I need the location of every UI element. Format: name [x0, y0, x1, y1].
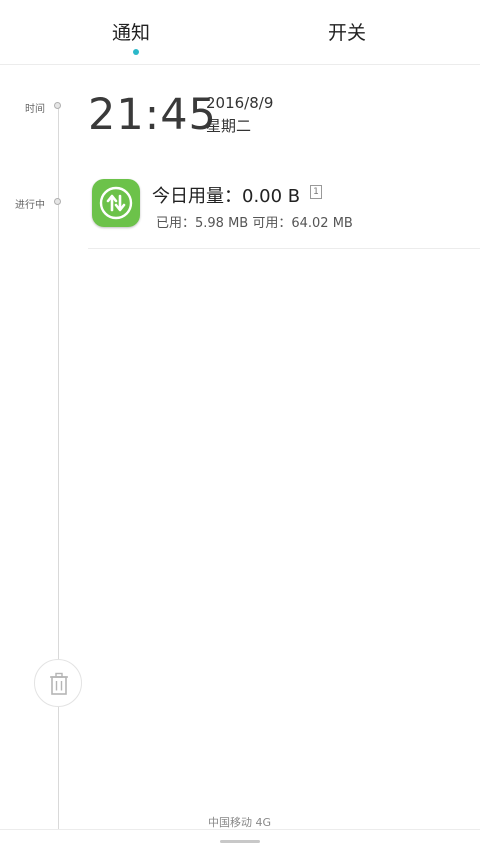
trash-icon	[50, 672, 68, 695]
carrier-label: 中国移动 4G	[208, 816, 272, 829]
clock-date: 2016/8/9	[206, 94, 274, 112]
bottom-divider	[0, 829, 480, 830]
timeline-line	[58, 106, 59, 830]
timeline-dot-time	[54, 102, 61, 109]
timeline-label-ongoing: 进行中	[15, 200, 45, 211]
tab-switches[interactable]: 开关	[328, 18, 366, 45]
clock-weekday: 星期二	[206, 117, 252, 135]
data-usage-arrows-icon[interactable]	[92, 179, 140, 227]
clock-time: 21:45	[88, 90, 217, 140]
notification-detail: 已用：5.98 MB 可用：64.02 MB	[156, 216, 353, 231]
top-tab-bar: 通知 开关	[0, 0, 480, 65]
timeline-label-time: 时间	[25, 104, 45, 115]
sim-card-icon: 1	[310, 185, 322, 199]
notification-divider	[88, 248, 480, 249]
tab-notifications[interactable]: 通知	[112, 18, 150, 45]
timeline-dot-ongoing	[54, 198, 61, 205]
notification-title[interactable]: 今日用量：0.00 B	[152, 182, 300, 208]
drag-handle[interactable]	[220, 840, 260, 843]
clear-notifications-button[interactable]	[34, 659, 82, 707]
active-tab-indicator	[133, 49, 139, 55]
